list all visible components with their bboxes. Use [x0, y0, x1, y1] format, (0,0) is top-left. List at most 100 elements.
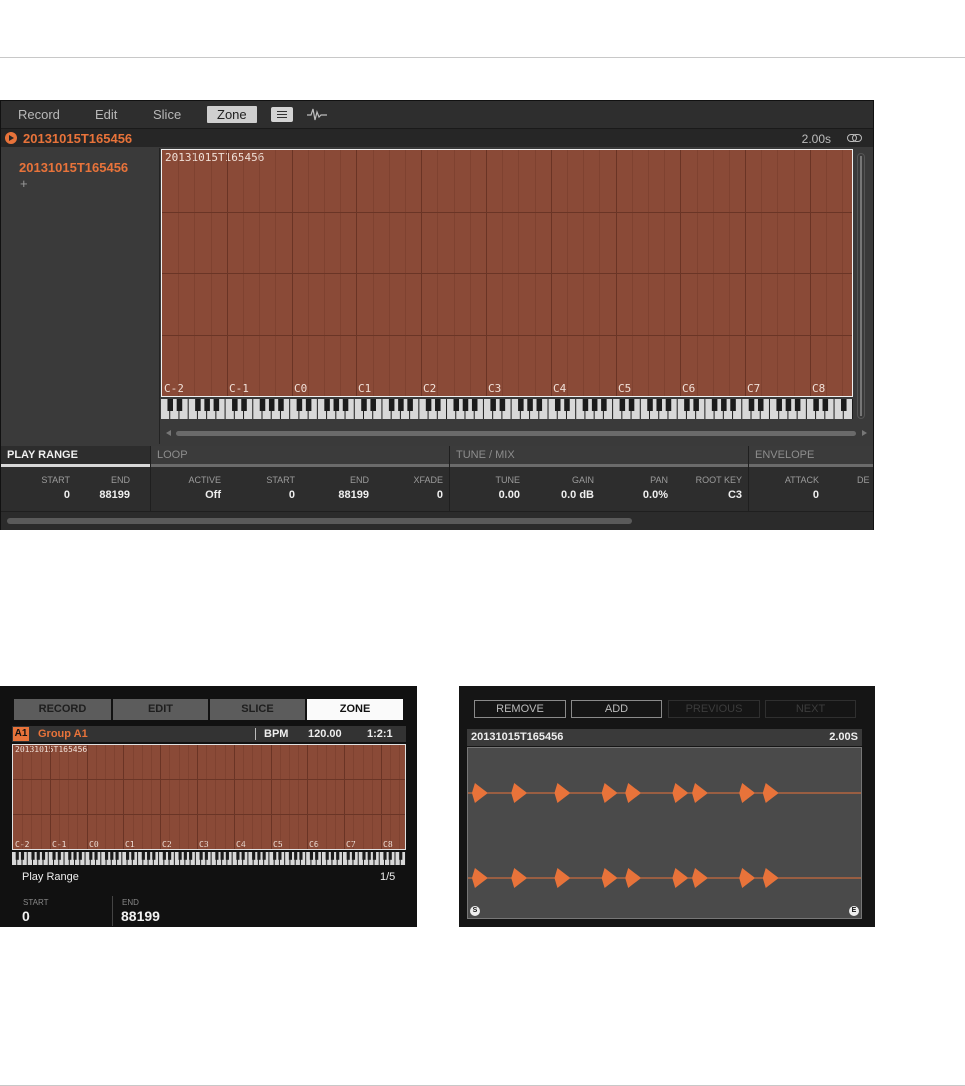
link-icon[interactable]: [847, 134, 862, 142]
black-key: [141, 852, 145, 860]
remove-button[interactable]: REMOVE: [474, 700, 566, 718]
octave-label: C-2: [164, 382, 184, 395]
tab-slice[interactable]: Slice: [153, 107, 181, 122]
black-key: [89, 852, 93, 860]
black-key: [435, 399, 441, 411]
black-key: [536, 399, 543, 411]
octave-label: C7: [747, 382, 761, 395]
velocity-gridline: [162, 212, 852, 213]
previous-button[interactable]: PREVIOUS: [668, 700, 760, 718]
key-gridline: [31, 745, 32, 849]
white-key: [101, 852, 106, 865]
black-key: [462, 399, 469, 411]
param-value[interactable]: 0: [437, 489, 443, 501]
key-gridline: [105, 745, 106, 849]
key-gridline: [280, 745, 281, 849]
waveform-transient: [554, 868, 571, 888]
white-key: [122, 852, 127, 865]
param-value[interactable]: 0.00: [499, 489, 520, 501]
param-label: START: [266, 475, 295, 485]
hardware-left-display: RECORD EDIT SLICE ZONE A1 Group A1 BPM 1…: [0, 686, 417, 927]
black-key: [564, 399, 570, 411]
key-gridline: [77, 745, 78, 849]
key-gridline: [87, 745, 88, 849]
param-value[interactable]: 0: [779, 489, 819, 501]
tab-record[interactable]: RECORD: [14, 699, 111, 720]
vertical-scrollbar[interactable]: [857, 153, 865, 419]
key-gridline: [114, 745, 115, 849]
waveform-transient: [511, 783, 528, 803]
scroll-right-icon[interactable]: [862, 430, 867, 436]
parameter-scrollbar[interactable]: [1, 511, 873, 530]
octave-label: C-1: [229, 382, 249, 395]
black-key: [131, 852, 135, 860]
octave-label: C6: [682, 382, 696, 395]
zone-map[interactable]: 20131015T165456 C-2 C-1 C0 C1 C2 C3 C4 C5 C6 C7 C8: [161, 149, 853, 397]
play-icon[interactable]: [5, 132, 17, 144]
black-key: [162, 852, 166, 860]
tab-edit[interactable]: Edit: [95, 107, 117, 122]
list-icon[interactable]: [271, 107, 293, 122]
param-value[interactable]: 88199: [338, 489, 369, 501]
waveform-transient: [601, 868, 618, 888]
section-title[interactable]: LOOP: [151, 446, 449, 467]
tab-slice[interactable]: SLICE: [210, 699, 305, 720]
key-gridline: [59, 745, 60, 849]
param-value[interactable]: 0: [289, 489, 295, 501]
waveform-transient: [739, 783, 756, 803]
zone-parameters: PLAY RANGE START 0 END 88199 LOOP ACTIVE…: [1, 446, 873, 511]
waveform-transient: [471, 783, 488, 803]
tab-record[interactable]: Record: [18, 107, 60, 122]
tab-edit[interactable]: EDIT: [113, 699, 208, 720]
key-gridline: [169, 745, 170, 849]
tab-zone[interactable]: Zone: [207, 106, 257, 123]
param-value[interactable]: Off: [205, 489, 221, 501]
velocity-gridline: [13, 814, 405, 815]
key-gridline: [399, 745, 400, 849]
black-key: [453, 399, 460, 411]
key-gridline: [215, 745, 216, 849]
next-button[interactable]: NEXT: [765, 700, 856, 718]
page-title: Play Range: [22, 871, 79, 883]
scroll-left-icon[interactable]: [166, 430, 171, 436]
black-key: [52, 852, 56, 860]
sample-header: 20131015T165456 2.00s: [1, 129, 873, 147]
zone-map: 20131015T165456 C-2 C-1 C0 C1 C2 C3 C4 C5 C6 C7 C8: [12, 744, 406, 850]
black-key: [601, 399, 607, 411]
zone-list-item[interactable]: 20131015T165456: [19, 160, 128, 175]
key-gridline: [188, 745, 189, 849]
scrollbar-thumb[interactable]: [7, 518, 632, 524]
white-key: [342, 852, 348, 865]
section-title[interactable]: TUNE / MIX: [450, 446, 748, 467]
black-key: [647, 399, 653, 411]
horizontal-scrollbar[interactable]: [164, 427, 867, 439]
param-value[interactable]: 0: [64, 489, 70, 501]
zone-list: 20131015T165456 +: [1, 148, 160, 444]
black-key: [730, 399, 736, 411]
scrollbar-thumb[interactable]: [176, 431, 856, 436]
param-value[interactable]: 0.0%: [643, 489, 668, 501]
sample-name: 20131015T165456: [471, 731, 564, 743]
param-label: ATTACK: [784, 475, 819, 485]
white-key: [321, 852, 327, 865]
section-title[interactable]: ENVELOPE: [749, 446, 873, 467]
section-title[interactable]: PLAY RANGE: [1, 446, 150, 467]
white-key: [85, 852, 90, 865]
key-gridline: [261, 745, 262, 849]
waveform-icon[interactable]: [307, 107, 327, 122]
black-key: [711, 399, 718, 411]
add-zone-button[interactable]: +: [20, 176, 28, 191]
black-key: [591, 399, 598, 411]
white-key: [211, 852, 216, 865]
black-key: [367, 852, 371, 860]
black-key: [388, 399, 395, 411]
key-gridline: [123, 745, 124, 849]
param-value[interactable]: C3: [728, 489, 742, 501]
add-button[interactable]: ADD: [571, 700, 662, 718]
param-value[interactable]: 0.0 dB: [561, 489, 594, 501]
black-key: [361, 399, 367, 411]
param-value[interactable]: 88199: [99, 489, 130, 501]
tab-zone[interactable]: ZONE: [307, 699, 403, 720]
black-key: [68, 852, 72, 860]
keyboard[interactable]: [161, 399, 853, 419]
